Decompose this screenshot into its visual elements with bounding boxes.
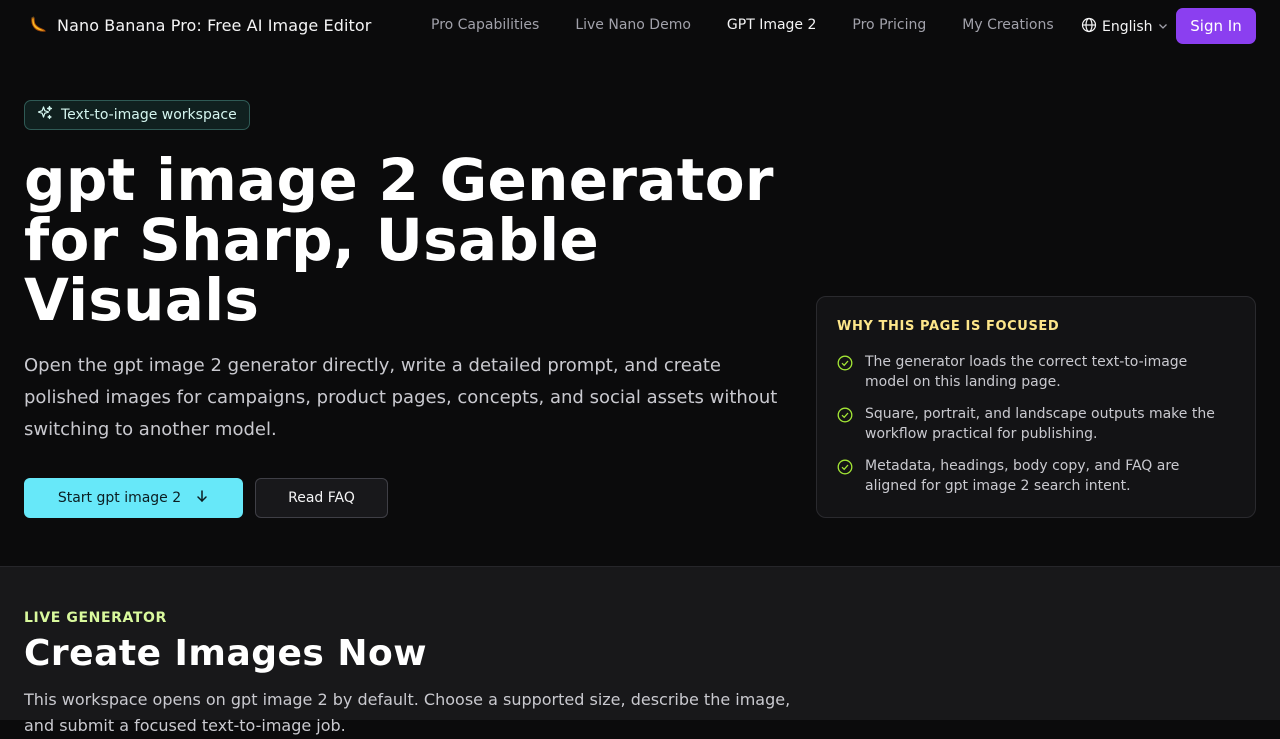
focus-point-text: Metadata, headings, body copy, and FAQ a… — [865, 458, 1180, 494]
nav-item-my-creations[interactable]: My Creations — [962, 17, 1053, 33]
focus-card-title: WHY THIS PAGE IS FOCUSED — [837, 319, 1060, 334]
section-title: Create Images Now — [24, 633, 428, 674]
focus-point: The generator loads the correct text-to-… — [837, 352, 1235, 392]
arrow-down-icon — [195, 489, 209, 507]
focus-point-text: The generator loads the correct text-to-… — [865, 354, 1188, 390]
hero-title: gpt image 2 Generator for Sharp, Usable … — [24, 146, 774, 334]
read-faq-button[interactable]: Read FAQ — [255, 478, 388, 518]
language-selector[interactable]: English — [1081, 17, 1168, 37]
brand-link[interactable]: Nano Banana Pro: Free AI Image Editor — [28, 14, 371, 36]
hero-description: Open the gpt image 2 generator directly,… — [24, 355, 778, 440]
focus-card: WHY THIS PAGE IS FOCUSED The generator l… — [816, 296, 1256, 518]
start-button-label: Start gpt image 2 — [57, 490, 182, 506]
nav-item-pro-capabilities[interactable]: Pro Capabilities — [431, 17, 539, 33]
sparkles-icon — [37, 105, 53, 125]
focus-point-text: Square, portrait, and landscape outputs … — [865, 406, 1215, 442]
nav-item-gpt-image-2[interactable]: GPT Image 2 — [727, 17, 817, 33]
banana-icon — [28, 14, 48, 36]
section-description: This workspace opens on gpt image 2 by d… — [24, 690, 791, 735]
check-circle-icon — [837, 355, 853, 371]
badge-label: Text-to-image workspace — [61, 107, 237, 123]
live-generator-section: LIVE GENERATOR Create Images Now This wo… — [0, 566, 1280, 735]
language-label: English — [1102, 19, 1153, 35]
nav-item-live-nano-demo[interactable]: Live Nano Demo — [575, 17, 691, 33]
focus-point: Metadata, headings, body copy, and FAQ a… — [837, 456, 1235, 496]
globe-icon — [1081, 17, 1097, 37]
main-menu: Pro Capabilities Live Nano Demo GPT Imag… — [431, 17, 1090, 33]
focus-point: Square, portrait, and landscape outputs … — [837, 404, 1235, 444]
start-generator-button[interactable]: Start gpt image 2 — [24, 478, 243, 518]
chevron-down-icon — [1158, 19, 1168, 35]
section-eyebrow: LIVE GENERATOR — [24, 610, 167, 626]
sign-in-button[interactable]: Sign In — [1176, 8, 1256, 44]
check-circle-icon — [837, 459, 853, 475]
nav-item-pro-pricing[interactable]: Pro Pricing — [852, 17, 926, 33]
check-circle-icon — [837, 407, 853, 423]
top-nav: Nano Banana Pro: Free AI Image Editor Pr… — [0, 0, 1280, 52]
brand-name: Nano Banana Pro: Free AI Image Editor — [57, 15, 372, 35]
workspace-badge: Text-to-image workspace — [24, 100, 250, 130]
